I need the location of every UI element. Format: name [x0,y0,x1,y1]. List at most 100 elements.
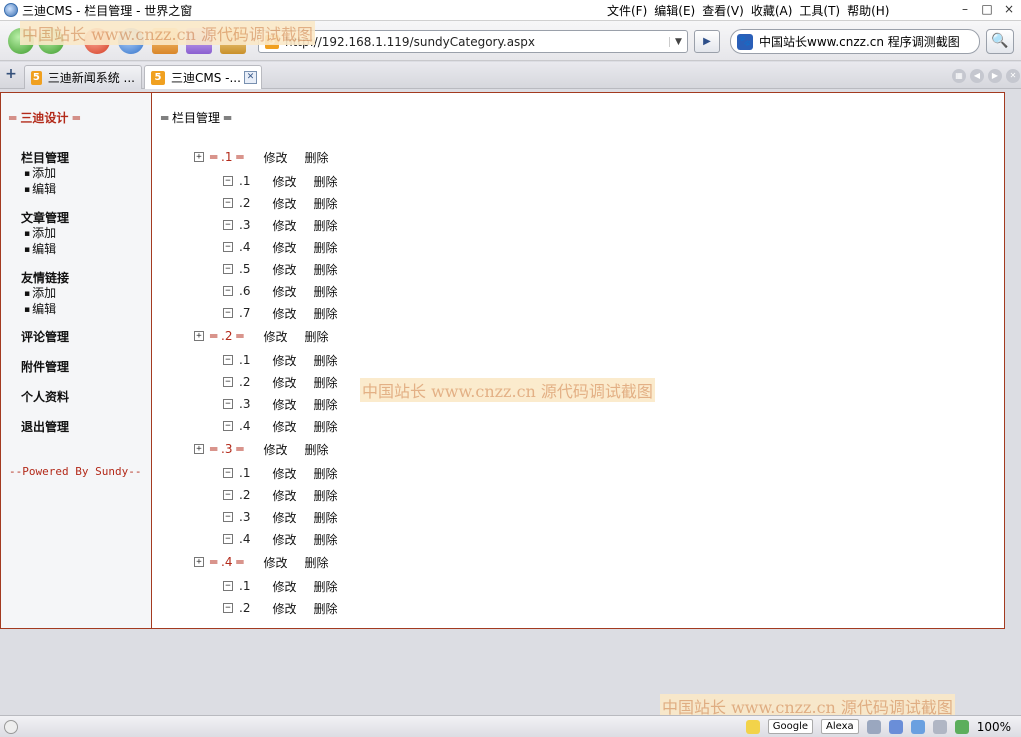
search-input[interactable]: 中国站长www.cnzz.cn 程序调测截图 [759,33,960,50]
expand-icon[interactable]: + [194,557,204,567]
delete-link[interactable]: 删除 [313,352,337,369]
collapse-icon[interactable]: − [223,198,233,208]
collapse-icon[interactable]: − [223,264,233,274]
address-dropdown-icon[interactable]: ▼ [669,36,687,47]
delete-link[interactable]: 删除 [313,239,337,256]
expand-icon[interactable]: + [194,331,204,341]
delete-link[interactable]: 删除 [313,195,337,212]
download-icon[interactable] [910,719,925,734]
collapse-icon[interactable]: − [223,286,233,296]
tab-list-icon[interactable]: ▦ [952,69,966,83]
collapse-icon[interactable]: − [223,534,233,544]
delete-link[interactable]: 删除 [313,283,337,300]
address-bar[interactable]: 5 http://192.168.1.119/sundyCategory.asp… [258,30,688,53]
collapse-icon[interactable]: − [223,242,233,252]
zoom-level[interactable]: 100% [977,720,1011,734]
menu-tools[interactable]: 工具(T) [798,2,846,19]
sidebar-link-article-add[interactable]: 添加 [21,226,69,242]
collapse-icon[interactable]: − [223,220,233,230]
delete-link[interactable]: 删除 [313,465,337,482]
delete-link[interactable]: 删除 [313,487,337,504]
notes-icon[interactable] [745,719,760,734]
subcategory-label[interactable]: .4 [239,532,250,546]
edit-link[interactable]: 修改 [264,149,288,166]
minimize-button[interactable]: – [959,2,971,16]
subcategory-label[interactable]: .2 [239,601,250,615]
search-button[interactable]: 🔍 [986,29,1014,54]
delete-link[interactable]: 删除 [313,600,337,617]
delete-link[interactable]: 删除 [313,305,337,322]
delete-link[interactable]: 删除 [305,554,329,571]
alexa-toolbar[interactable]: Alexa [821,719,859,734]
screenshot-icon[interactable] [866,719,881,734]
delete-link[interactable]: 删除 [313,578,337,595]
category-label[interactable]: ═ .1 ═ [210,150,244,164]
sidebar-item-links[interactable]: 友情链接 [21,271,69,286]
delete-link[interactable]: 删除 [313,173,337,190]
edit-link[interactable]: 修改 [272,261,296,278]
search-engine-icon[interactable]: 🐾 [737,33,753,50]
restore-button[interactable]: □ [981,2,993,16]
subcategory-label[interactable]: .3 [239,510,250,524]
delete-link[interactable]: 删除 [313,531,337,548]
tab-prev-icon[interactable]: ◀ [970,69,984,83]
menu-help[interactable]: 帮助(H) [846,2,895,19]
edit-link[interactable]: 修改 [272,600,296,617]
close-button[interactable]: × [1003,2,1015,16]
subcategory-label[interactable]: .3 [239,218,250,232]
sidebar-item-comments[interactable]: 评论管理 [21,330,69,345]
sidebar-item-category[interactable]: 栏目管理 [21,151,69,166]
collapse-icon[interactable]: − [223,377,233,387]
menu-edit[interactable]: 编辑(E) [653,2,701,19]
collapse-icon[interactable]: − [223,468,233,478]
menu-file[interactable]: 文件(F) [606,2,653,19]
edit-link[interactable]: 修改 [272,352,296,369]
subcategory-label[interactable]: .6 [239,284,250,298]
subcategory-label[interactable]: .1 [239,466,250,480]
subcategory-label[interactable]: .2 [239,488,250,502]
subcategory-label[interactable]: .2 [239,375,250,389]
collapse-icon[interactable]: − [223,421,233,431]
delete-link[interactable]: 删除 [313,374,337,391]
menu-favorites[interactable]: 收藏(A) [750,2,799,19]
sidebar-link-links-edit[interactable]: 编辑 [21,302,69,318]
subcategory-label[interactable]: .1 [239,353,250,367]
tab-close-all-icon[interactable]: ✕ [1006,69,1020,83]
edit-link[interactable]: 修改 [264,441,288,458]
sidebar-item-profile[interactable]: 个人资料 [21,390,69,405]
edit-link[interactable]: 修改 [272,487,296,504]
edit-link[interactable]: 修改 [272,195,296,212]
category-label[interactable]: ═ .4 ═ [210,555,244,569]
sidebar-link-category-edit[interactable]: 编辑 [21,182,69,198]
speed-icon[interactable] [888,719,903,734]
collapse-icon[interactable]: − [223,490,233,500]
delete-link[interactable]: 删除 [313,396,337,413]
delete-link[interactable]: 删除 [313,261,337,278]
category-label[interactable]: ═ .3 ═ [210,442,244,456]
edit-link[interactable]: 修改 [272,531,296,548]
delete-link[interactable]: 删除 [305,441,329,458]
delete-link[interactable]: 删除 [305,149,329,166]
edit-link[interactable]: 修改 [272,465,296,482]
edit-link[interactable]: 修改 [272,509,296,526]
expand-icon[interactable]: + [194,152,204,162]
edit-link[interactable]: 修改 [272,396,296,413]
collapse-icon[interactable]: − [223,355,233,365]
volume-icon[interactable] [932,719,947,734]
subcategory-label[interactable]: .1 [239,579,250,593]
google-toolbar[interactable]: Google [767,719,814,734]
sidebar-item-logout[interactable]: 退出管理 [21,420,69,435]
menu-view[interactable]: 查看(V) [701,2,750,19]
subcategory-label[interactable]: .7 [239,306,250,320]
tab-next-icon[interactable]: ▶ [988,69,1002,83]
edit-link[interactable]: 修改 [272,239,296,256]
edit-link[interactable]: 修改 [272,305,296,322]
subcategory-label[interactable]: .4 [239,240,250,254]
sidebar-link-category-add[interactable]: 添加 [21,166,69,182]
edit-link[interactable]: 修改 [272,578,296,595]
edit-link[interactable]: 修改 [272,173,296,190]
edit-link[interactable]: 修改 [272,374,296,391]
edit-link[interactable]: 修改 [272,283,296,300]
collapse-icon[interactable]: − [223,399,233,409]
collapse-icon[interactable]: − [223,581,233,591]
